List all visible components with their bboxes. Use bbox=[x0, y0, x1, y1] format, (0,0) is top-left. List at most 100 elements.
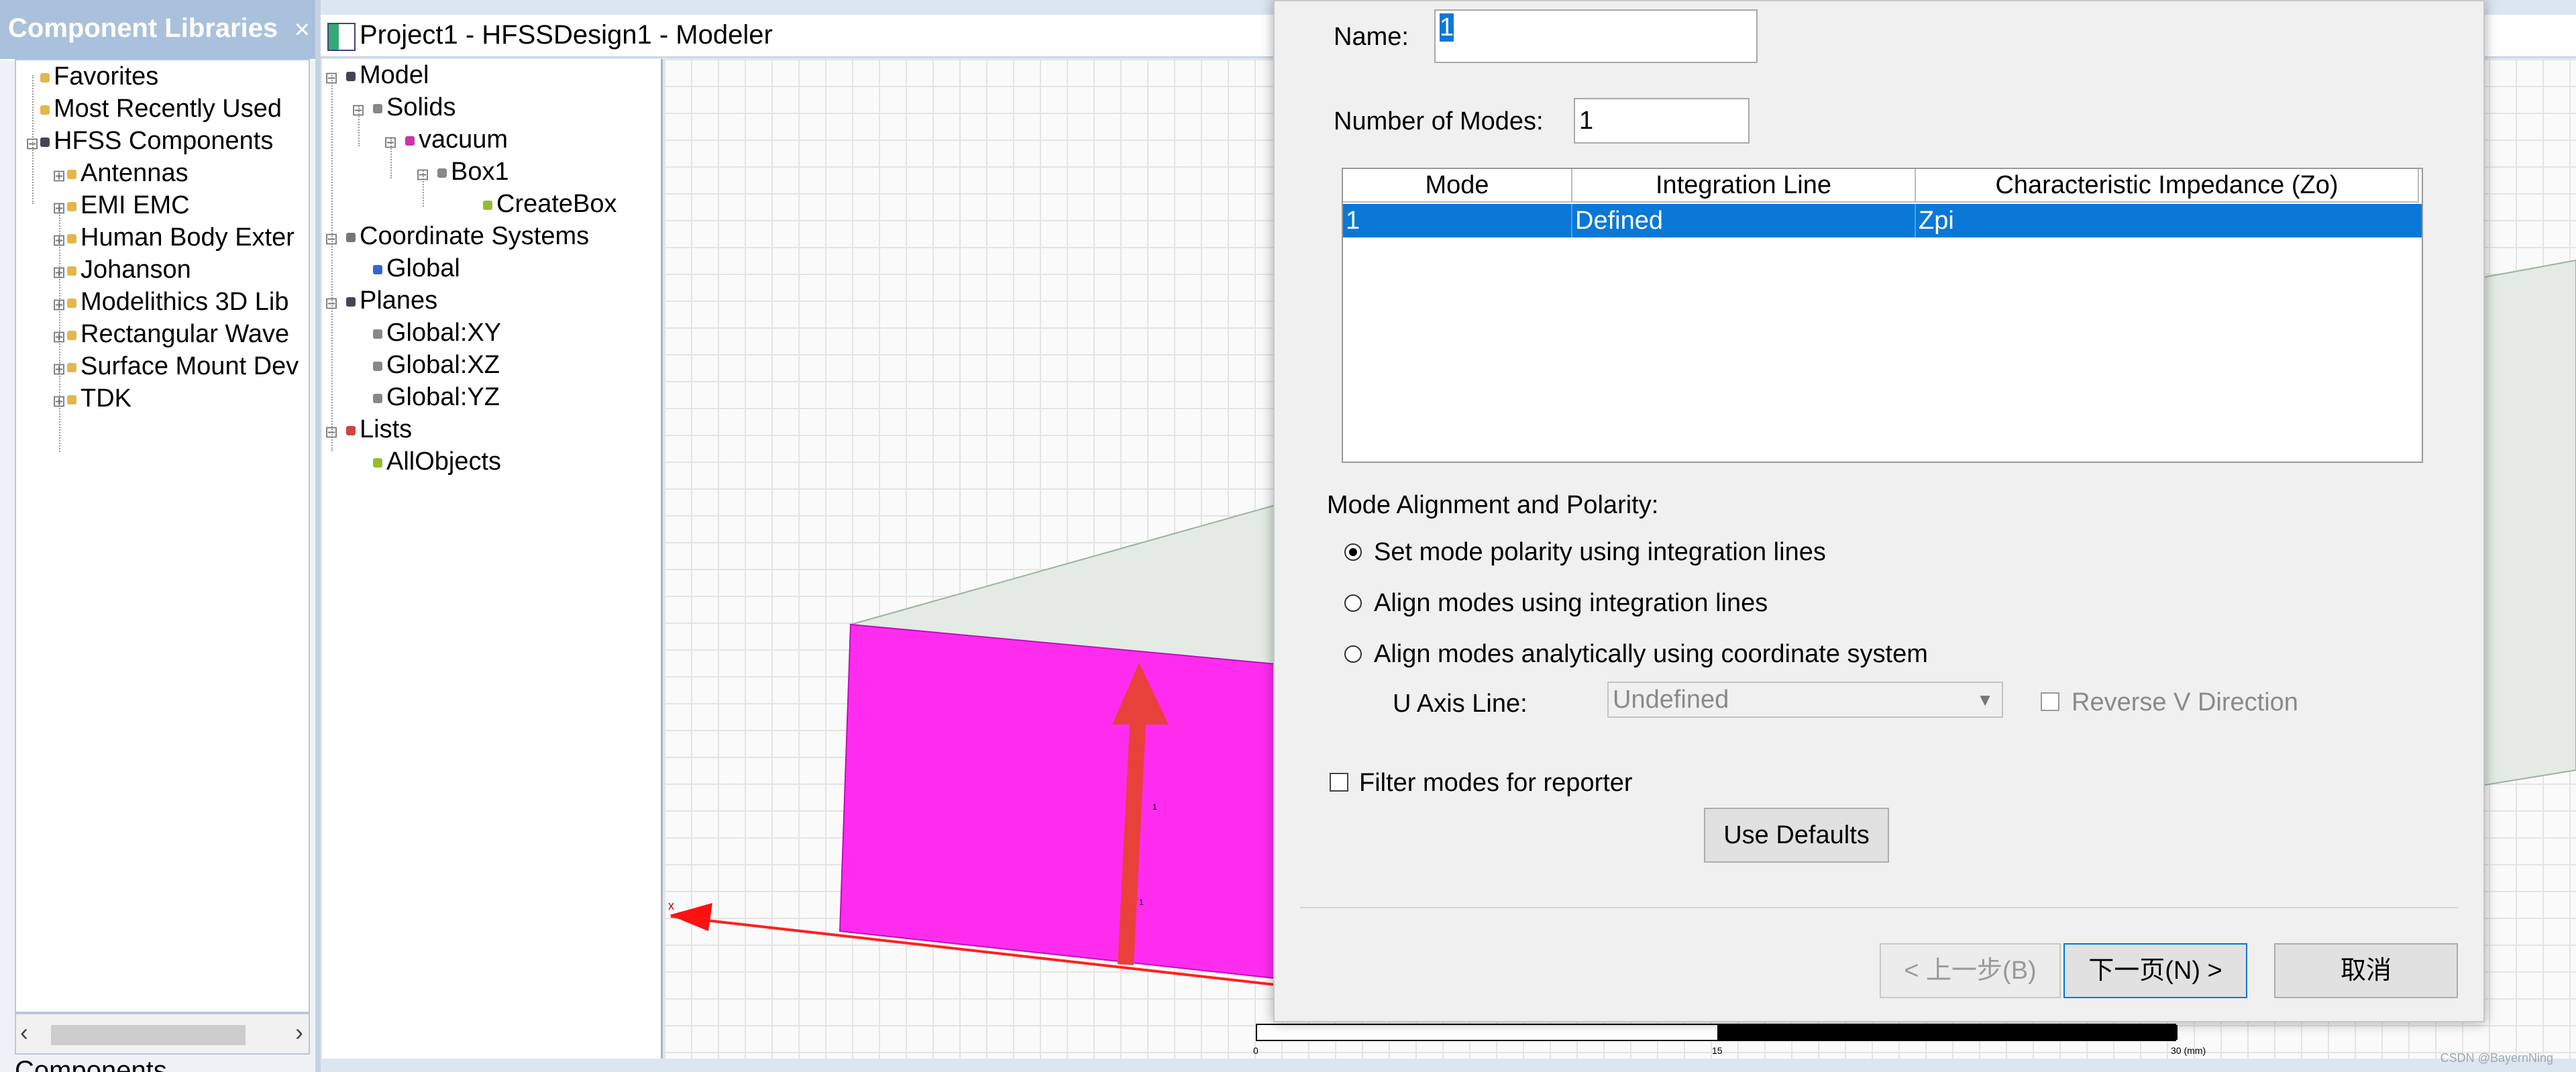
lib-item-surface-mount[interactable]: Surface Mount Dev bbox=[67, 350, 299, 382]
use-defaults-button[interactable]: Use Defaults bbox=[1704, 808, 1889, 863]
collapse-icon[interactable]: ⊟ bbox=[325, 294, 338, 313]
expand-icon[interactable]: ⊞ bbox=[52, 263, 66, 282]
expand-icon[interactable]: ⊞ bbox=[52, 360, 66, 379]
lib-item-rectangular-wave[interactable]: Rectangular Wave bbox=[67, 318, 289, 350]
lib-item-hfss-components[interactable]: HFSS Components bbox=[40, 125, 273, 157]
x-axis-label: x bbox=[668, 899, 674, 912]
scrollbar-thumb[interactable] bbox=[51, 1025, 246, 1045]
tree-global[interactable]: Global bbox=[373, 252, 460, 284]
coordinate-icon bbox=[373, 264, 382, 274]
collapse-icon[interactable]: ⊟ bbox=[325, 68, 338, 88]
table-row[interactable]: 1 Defined Zpi bbox=[1343, 204, 2422, 237]
tree-model[interactable]: Model bbox=[346, 59, 429, 91]
lib-item-label: HFSS Components bbox=[54, 127, 274, 155]
expand-icon[interactable]: ⊞ bbox=[52, 327, 66, 347]
chevron-down-icon[interactable]: ▼ bbox=[1976, 683, 1994, 716]
x-axis-arrowhead bbox=[669, 903, 712, 931]
next-button[interactable]: 下一页(N) > bbox=[2063, 943, 2247, 998]
tree-vacuum[interactable]: vacuum bbox=[405, 123, 508, 156]
list-icon bbox=[346, 425, 356, 435]
expand-icon[interactable]: ⊞ bbox=[52, 295, 66, 315]
tree-coordinate-systems[interactable]: Coordinate Systems bbox=[346, 220, 589, 252]
scale-tick: 30 (mm) bbox=[2171, 1045, 2206, 1056]
expand-icon[interactable]: ⊞ bbox=[52, 199, 66, 218]
tree-box1[interactable]: Box1 bbox=[437, 156, 509, 188]
tree-plane-yz[interactable]: Global:YZ bbox=[373, 381, 500, 413]
radio-set-polarity[interactable] bbox=[1344, 543, 1362, 561]
tree-plane-xy[interactable]: Global:XY bbox=[373, 317, 501, 349]
lib-item-label: Modelithics 3D Lib bbox=[80, 288, 289, 316]
number-of-modes-field[interactable]: 1 bbox=[1574, 98, 1750, 144]
tree-lists[interactable]: Lists bbox=[346, 413, 412, 445]
divider bbox=[1300, 907, 2458, 908]
lib-item-human-body[interactable]: Human Body Exter bbox=[67, 221, 294, 254]
components-tab[interactable]: Components bbox=[15, 1055, 169, 1072]
cancel-button[interactable]: 取消 bbox=[2274, 943, 2458, 998]
scroll-right-icon[interactable]: › bbox=[295, 1018, 303, 1047]
lib-item-label: Favorites bbox=[54, 62, 159, 91]
radio-align-analytic[interactable] bbox=[1344, 645, 1362, 663]
collapse-icon[interactable]: ⊟ bbox=[416, 165, 429, 184]
expand-icon[interactable]: ⊞ bbox=[52, 166, 66, 186]
radio-set-polarity-label[interactable]: Set mode polarity using integration line… bbox=[1374, 538, 1826, 567]
tree-label: vacuum bbox=[419, 125, 508, 154]
lib-item-modelithics[interactable]: Modelithics 3D Lib bbox=[67, 286, 288, 318]
scale-tick: 0 bbox=[1253, 1045, 1258, 1056]
wave-port-dialog: Name: 1 Number of Modes: 1 Mode Integrat… bbox=[1273, 0, 2485, 1022]
tree-solids[interactable]: Solids bbox=[373, 91, 456, 123]
back-button[interactable]: < 上一步(B) bbox=[1880, 943, 2061, 998]
reverse-v-checkbox[interactable] bbox=[2041, 692, 2059, 711]
table-header-integration-line[interactable]: Integration Line bbox=[1572, 169, 1916, 203]
filter-modes-checkbox[interactable] bbox=[1330, 773, 1348, 792]
table-header-mode[interactable]: Mode bbox=[1343, 169, 1572, 203]
plane-icon bbox=[373, 361, 382, 371]
tree-createbox[interactable]: CreateBox bbox=[483, 188, 617, 220]
tree-label: Model bbox=[360, 61, 429, 89]
folder-icon bbox=[67, 298, 76, 308]
table-cell-integration-line[interactable]: Defined bbox=[1572, 204, 1916, 237]
lib-item-emi-emc[interactable]: EMI EMC bbox=[67, 189, 190, 221]
tree-guide bbox=[331, 75, 333, 451]
name-field-value: 1 bbox=[1440, 13, 1454, 42]
lib-item-favorites[interactable]: Favorites bbox=[40, 60, 158, 93]
scale-bar bbox=[1256, 1024, 2178, 1041]
star-icon bbox=[40, 105, 50, 115]
component-library-tree: Favorites Most Recently Used ⊟ HFSS Comp… bbox=[15, 59, 310, 1013]
scroll-left-icon[interactable]: ‹ bbox=[20, 1018, 28, 1047]
number-of-modes-label: Number of Modes: bbox=[1334, 107, 1544, 136]
u-axis-dropdown[interactable]: Undefined ▼ bbox=[1607, 682, 2003, 718]
close-icon[interactable]: × bbox=[294, 15, 310, 45]
expand-icon[interactable]: ⊞ bbox=[52, 392, 66, 411]
box-front-face bbox=[839, 623, 1336, 986]
scale-bar-segment bbox=[1717, 1025, 2178, 1040]
table-cell-mode[interactable]: 1 bbox=[1343, 204, 1572, 237]
plane-icon bbox=[373, 329, 382, 339]
filter-modes-label[interactable]: Filter modes for reporter bbox=[1359, 769, 1633, 798]
name-field[interactable]: 1 bbox=[1434, 9, 1758, 63]
lib-item-tdk[interactable]: TDK bbox=[67, 382, 131, 415]
table-cell-impedance[interactable]: Zpi bbox=[1916, 204, 2419, 237]
collapse-icon[interactable]: ⊟ bbox=[325, 229, 338, 249]
collapse-icon[interactable]: ⊟ bbox=[25, 134, 39, 154]
lib-item-johanson[interactable]: Johanson bbox=[67, 254, 191, 286]
collapse-icon[interactable]: ⊟ bbox=[352, 101, 365, 120]
port-label: 1 bbox=[1139, 898, 1144, 907]
solids-icon bbox=[373, 103, 382, 113]
radio-align-integration-label[interactable]: Align modes using integration lines bbox=[1374, 589, 1768, 618]
table-header-impedance[interactable]: Characteristic Impedance (Zo) bbox=[1916, 169, 2419, 203]
model-tree: ⊟ Model ⊟ Solids ⊟ vacuum ⊟ Box1 CreateB… bbox=[322, 59, 663, 1059]
radio-align-integration[interactable] bbox=[1344, 594, 1362, 612]
radio-align-analytic-label[interactable]: Align modes analytically using coordinat… bbox=[1374, 640, 1928, 669]
lib-item-most-recently-used[interactable]: Most Recently Used bbox=[40, 93, 282, 125]
modes-table[interactable]: Mode Integration Line Characteristic Imp… bbox=[1342, 168, 2423, 463]
tree-planes[interactable]: Planes bbox=[346, 284, 437, 317]
collapse-icon[interactable]: ⊟ bbox=[325, 423, 338, 442]
collapse-icon[interactable]: ⊟ bbox=[384, 133, 397, 152]
tree-label: Box1 bbox=[451, 158, 509, 186]
tree-label: Global bbox=[386, 254, 460, 282]
tree-plane-xz[interactable]: Global:XZ bbox=[373, 349, 500, 381]
lib-item-antennas[interactable]: Antennas bbox=[67, 157, 189, 189]
tree-allobjects[interactable]: AllObjects bbox=[373, 445, 501, 478]
horizontal-scrollbar[interactable]: ‹ › bbox=[15, 1013, 310, 1055]
expand-icon[interactable]: ⊞ bbox=[52, 231, 66, 250]
